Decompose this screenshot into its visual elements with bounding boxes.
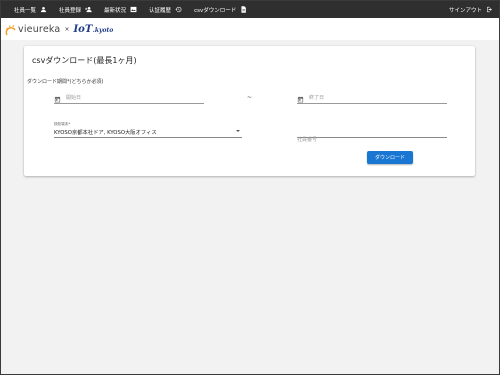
signout-button[interactable]: サインアウト — [449, 1, 493, 18]
nav-item-employee-list[interactable]: 社員一覧 — [14, 1, 47, 18]
nav-item-label: 最新状況 — [104, 7, 127, 14]
top-nav: 社員一覧 社員登録 最新状況 认証履歴 csvダウンロード サインアウト — [1, 1, 499, 18]
image-icon — [130, 6, 137, 13]
employee-number-input[interactable] — [297, 135, 447, 143]
start-date-input[interactable]: 開始日 — [54, 92, 204, 104]
vieureka-wordmark: vieureka — [18, 23, 61, 35]
sun-icon — [5, 25, 16, 36]
logo-bar: vieureka × IoT .kyoto — [1, 18, 499, 40]
iot-kyoto-logo: IoT .kyoto — [73, 24, 113, 35]
nav-item-auth-history[interactable]: 认証履歴 — [149, 1, 182, 18]
file-icon — [240, 6, 247, 13]
nav-item-latest-status[interactable]: 最新状況 — [104, 1, 137, 18]
logout-icon — [486, 6, 493, 13]
nav-item-csv-download[interactable]: csvダウンロード — [194, 1, 247, 18]
vieureka-logo: vieureka — [5, 22, 60, 36]
nav-item-employee-register[interactable]: 社員登録 — [59, 1, 92, 18]
device-select[interactable]: 検知端末* KYOSO京都本社ドア, KYOSO大阪オフィス — [54, 122, 242, 138]
download-button[interactable]: ダウンロード — [367, 151, 413, 164]
page-title: csvダウンロード(最長1ヶ月) — [32, 56, 137, 65]
start-date-placeholder: 開始日 — [66, 95, 82, 101]
signout-label: サインアウト — [448, 7, 482, 14]
app-frame: 社員一覧 社員登録 最新状況 认証履歴 csvダウンロード サインアウト vie… — [0, 0, 500, 375]
kyoto-wordmark: .kyoto — [92, 26, 114, 34]
iot-wordmark: IoT — [73, 23, 93, 35]
calendar-icon — [297, 88, 304, 107]
device-select-value: KYOSO京都本社ドア, KYOSO大阪オフィス — [54, 130, 157, 136]
nav-item-label: csvダウンロード — [194, 7, 237, 14]
nav-item-label: 社員一覧 — [14, 7, 37, 14]
logo-times: × — [64, 25, 70, 33]
history-icon — [175, 6, 182, 13]
device-select-label: 検知端末* — [54, 122, 71, 126]
download-period-label: ダウンロード期間*(どちらか必須) — [27, 79, 104, 85]
person-icon — [40, 6, 47, 13]
csv-download-card: csvダウンロード(最長1ヶ月) ダウンロード期間*(どちらか必須) 開始日 ~… — [24, 46, 475, 176]
nav-item-label: 社員登録 — [59, 7, 82, 14]
person-add-icon — [85, 6, 92, 13]
calendar-icon — [54, 88, 61, 107]
nav-item-label: 认証履歴 — [149, 7, 172, 14]
end-date-input[interactable]: 終了日 — [297, 92, 447, 104]
end-date-placeholder: 終了日 — [309, 95, 325, 101]
dropdown-arrow-icon — [236, 130, 240, 132]
range-separator: ~ — [247, 94, 253, 101]
employee-number-field — [297, 126, 447, 143]
